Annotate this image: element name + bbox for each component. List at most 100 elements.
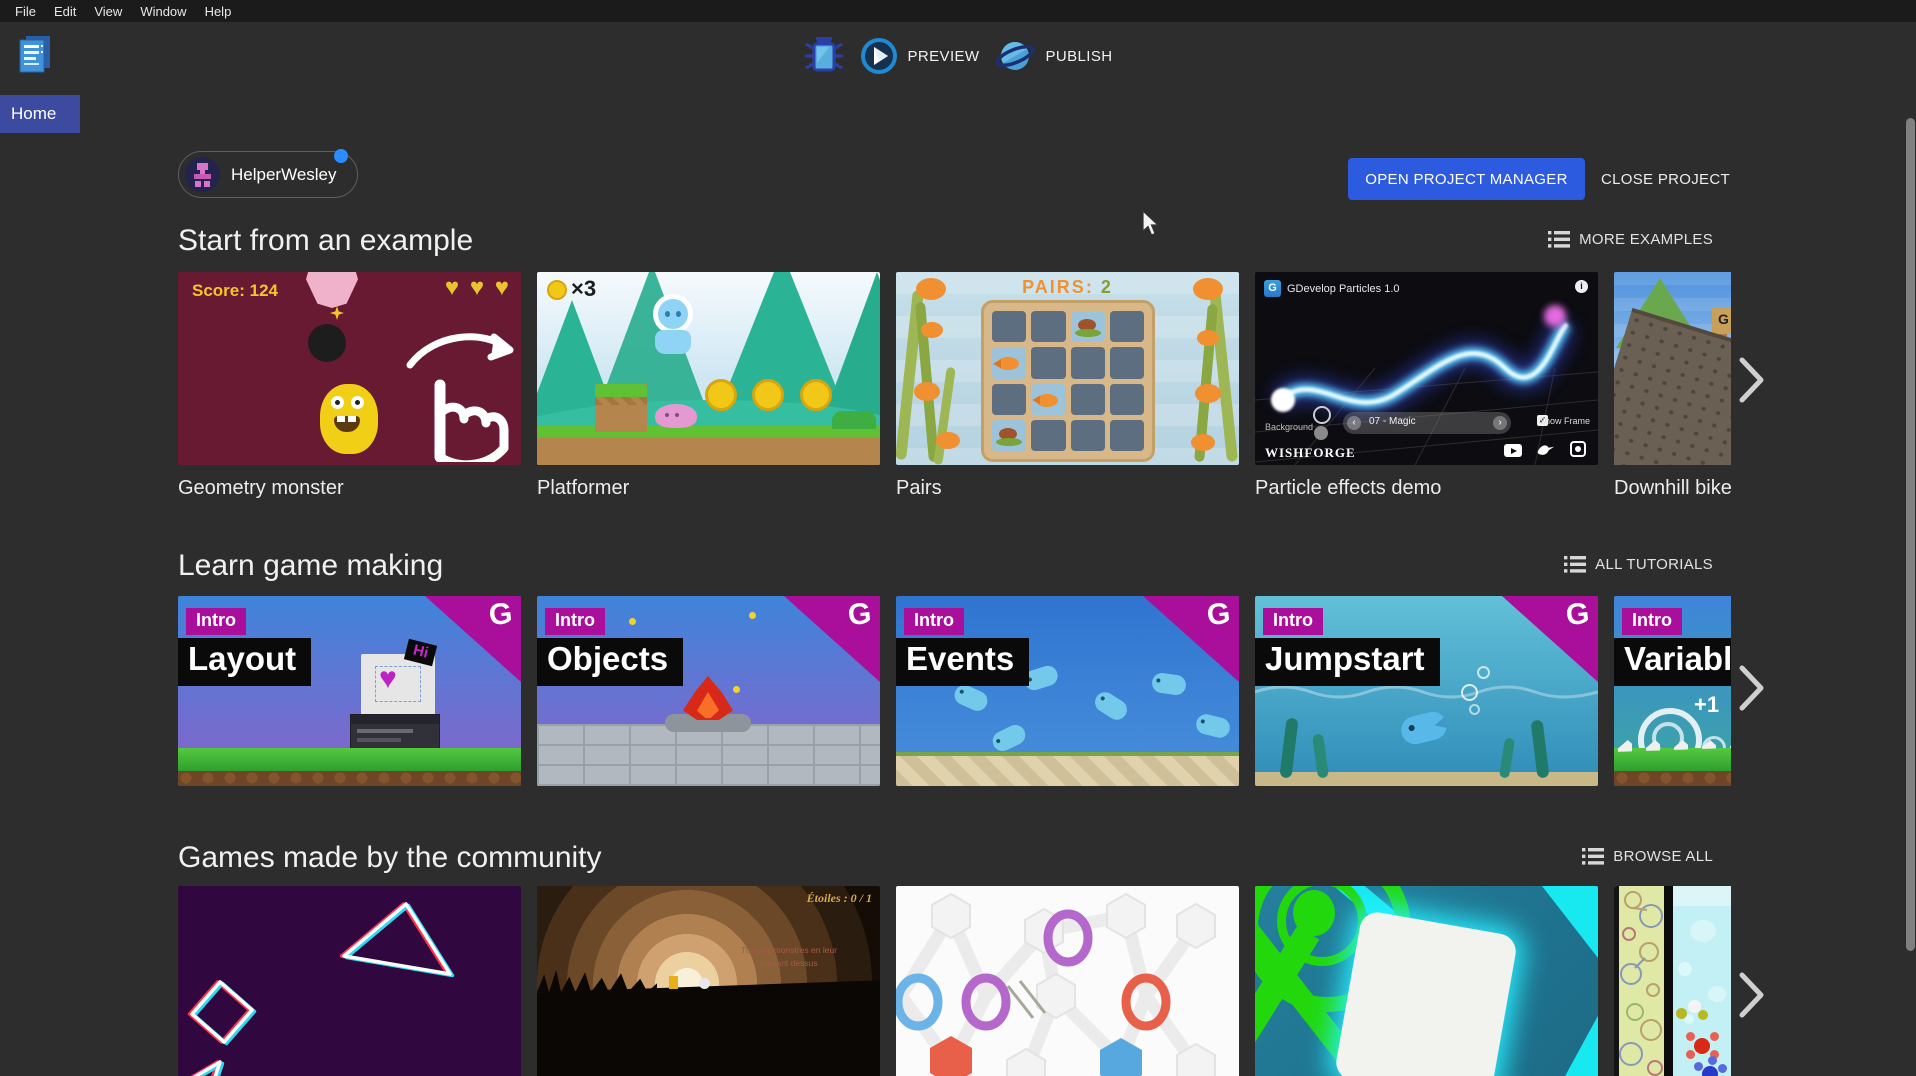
examples-carousel: Score: 124 ♥ ♥ ♥ bbox=[178, 272, 1731, 504]
pairs-thumbnail: PAIRS: 2 bbox=[896, 272, 1239, 465]
intro-badge: Intro bbox=[545, 608, 605, 635]
bubble bbox=[1477, 666, 1490, 679]
swipe-hand-icon bbox=[406, 327, 516, 462]
menu-file[interactable]: File bbox=[6, 4, 45, 19]
night-game-thumbnail: Étoiles : 0 / 1 Tuer les monstres en leu… bbox=[537, 886, 880, 1076]
green-core bbox=[1293, 890, 1335, 936]
tutorial-card-variables[interactable]: G Intro Variables +1 bbox=[1614, 596, 1731, 786]
bomb bbox=[308, 324, 346, 362]
debug-icon[interactable] bbox=[804, 35, 844, 77]
background-option-filled[interactable] bbox=[1314, 426, 1328, 440]
particle-trail bbox=[1255, 272, 1598, 465]
close-project-button[interactable]: CLOSE PROJECT bbox=[1595, 158, 1736, 200]
list-icon bbox=[1582, 848, 1604, 865]
molecule-strip bbox=[1619, 886, 1664, 1076]
tutorial-card-events[interactable]: G Intro Events bbox=[896, 596, 1239, 786]
plus-one-text: +1 bbox=[1694, 692, 1719, 718]
info-icon[interactable]: i bbox=[1575, 280, 1588, 293]
menu-edit[interactable]: Edit bbox=[45, 4, 85, 19]
mouse-cursor bbox=[1141, 210, 1161, 238]
sign-letter: G bbox=[1718, 311, 1729, 327]
twitter-icon[interactable] bbox=[1536, 442, 1554, 457]
chemistry-game-thumbnail bbox=[1614, 886, 1731, 1076]
open-project-manager-button[interactable]: OPEN PROJECT MANAGER bbox=[1348, 158, 1585, 200]
coin bbox=[800, 379, 832, 411]
campfire-flame bbox=[683, 676, 733, 720]
effect-selector[interactable]: ‹ 07 - Magic › bbox=[1343, 412, 1511, 434]
fish-orange bbox=[1191, 434, 1215, 451]
gdevelop-logo: G bbox=[1205, 597, 1232, 633]
preview-button[interactable]: PREVIEW bbox=[860, 37, 980, 75]
youtube-icon[interactable] bbox=[1504, 444, 1522, 457]
example-card-label: Downhill bike bbox=[1614, 477, 1731, 500]
example-card-platformer[interactable]: ×3 Platformer bbox=[537, 272, 880, 500]
fly bbox=[629, 618, 636, 625]
vertical-scrollbar[interactable] bbox=[1906, 118, 1915, 951]
background-option-circle[interactable] bbox=[1313, 406, 1331, 424]
list-icon bbox=[1548, 231, 1570, 248]
example-card-particle-effects[interactable]: G GDevelop Particles 1.0 i Background ‹ … bbox=[1255, 272, 1598, 500]
gdevelop-window: File Edit View Window Help bbox=[0, 0, 1916, 1076]
examples-next-arrow[interactable] bbox=[1738, 356, 1766, 409]
chevron-right-icon[interactable]: › bbox=[1493, 416, 1507, 430]
community-card-2[interactable]: Étoiles : 0 / 1 Tuer les monstres en leu… bbox=[537, 886, 880, 1076]
fish-orange bbox=[936, 432, 960, 449]
all-tutorials-link[interactable]: ALL TUTORIALS bbox=[1564, 556, 1713, 573]
monster bbox=[320, 384, 378, 454]
section-title-tutorials: Learn game making bbox=[178, 549, 443, 583]
pink-gem bbox=[306, 272, 358, 308]
example-card-label: Platformer bbox=[537, 477, 880, 500]
more-examples-link[interactable]: MORE EXAMPLES bbox=[1548, 231, 1713, 248]
coin-icon bbox=[547, 280, 567, 300]
tab-home[interactable]: Home bbox=[0, 95, 80, 133]
tutorial-card-objects[interactable]: G Intro Objects bbox=[537, 596, 880, 786]
stone-wall bbox=[537, 724, 880, 786]
main-toolbar: PREVIEW PUBLISH bbox=[0, 26, 1916, 86]
publish-label: PUBLISH bbox=[1045, 48, 1112, 65]
tutorial-card-layout[interactable]: G Intro Layout ♥ Hi bbox=[178, 596, 521, 786]
dirt bbox=[1614, 771, 1731, 786]
publish-globe-icon bbox=[995, 37, 1035, 75]
community-card-5[interactable] bbox=[1614, 886, 1731, 1076]
bubble bbox=[1461, 684, 1478, 701]
fish-orange bbox=[1193, 278, 1223, 300]
bush bbox=[832, 411, 876, 429]
fish-orange bbox=[914, 382, 940, 401]
menu-view[interactable]: View bbox=[85, 4, 131, 19]
more-examples-label: MORE EXAMPLES bbox=[1579, 231, 1713, 248]
fish-orange bbox=[916, 278, 946, 300]
menu-help[interactable]: Help bbox=[196, 4, 241, 19]
play-icon bbox=[860, 37, 898, 75]
arcade-game-thumbnail bbox=[1255, 886, 1598, 1076]
user-profile-chip[interactable]: HelperWesley bbox=[178, 151, 358, 198]
community-card-1[interactable] bbox=[178, 886, 521, 1076]
publish-button[interactable]: PUBLISH bbox=[995, 37, 1112, 75]
example-card-geometry-monster[interactable]: Score: 124 ♥ ♥ ♥ bbox=[178, 272, 521, 500]
chevron-left-icon[interactable]: ‹ bbox=[1347, 416, 1361, 430]
neon-game-thumbnail bbox=[178, 886, 521, 1076]
community-next-arrow[interactable] bbox=[1738, 971, 1766, 1024]
itch-icon[interactable] bbox=[1570, 441, 1586, 457]
community-card-4[interactable] bbox=[1255, 886, 1598, 1076]
community-carousel: Étoiles : 0 / 1 Tuer les monstres en leu… bbox=[178, 886, 1731, 1076]
menu-window[interactable]: Window bbox=[131, 4, 195, 19]
falling-fish bbox=[1194, 712, 1232, 740]
browse-all-link[interactable]: BROWSE ALL bbox=[1582, 848, 1713, 865]
seaweed bbox=[1279, 717, 1298, 778]
layout-thumbnail: G Intro Layout ♥ Hi bbox=[178, 596, 521, 786]
fly bbox=[733, 686, 740, 693]
username: HelperWesley bbox=[231, 165, 337, 185]
example-card-downhill-bike[interactable]: G Downhill bike bbox=[1614, 272, 1731, 500]
particles-app-title: GDevelop Particles 1.0 bbox=[1287, 283, 1400, 295]
example-card-pairs[interactable]: PAIRS: 2 bbox=[896, 272, 1239, 500]
bomb-spark bbox=[330, 306, 344, 320]
tutorials-next-arrow[interactable] bbox=[1738, 664, 1766, 717]
pairs-board bbox=[981, 300, 1155, 462]
fish-orange bbox=[1195, 384, 1221, 403]
community-card-3[interactable] bbox=[896, 886, 1239, 1076]
bubble bbox=[1678, 962, 1692, 976]
menu-bar: File Edit View Window Help bbox=[0, 0, 1916, 22]
avatar bbox=[185, 157, 220, 192]
tutorial-card-jumpstart[interactable]: G Intro Jumpstart bbox=[1255, 596, 1598, 786]
platformer-thumbnail: ×3 bbox=[537, 272, 880, 465]
